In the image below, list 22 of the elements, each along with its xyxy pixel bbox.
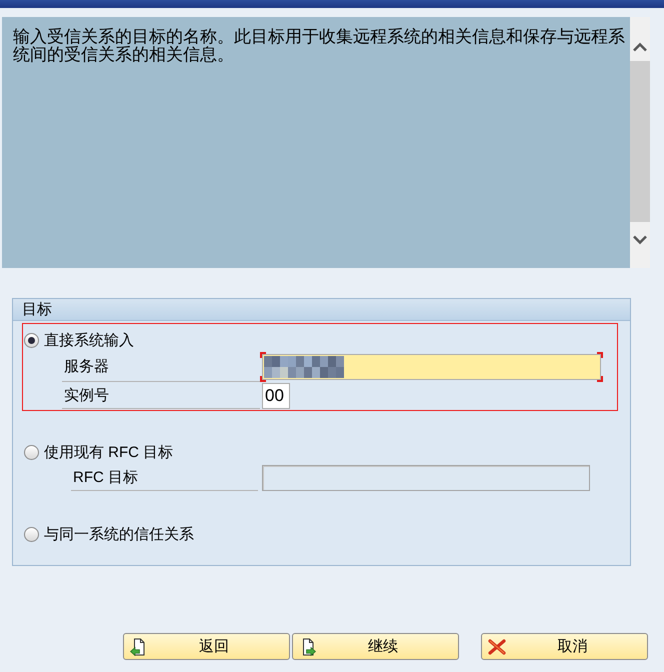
input-field[interactable] (260, 352, 603, 382)
dialog-button[interactable]: 继续 (292, 633, 459, 660)
radio-button[interactable] (24, 332, 39, 348)
page-left-arrow-icon (130, 638, 147, 656)
group-title: 目标 (22, 302, 52, 317)
chevron-up-icon[interactable] (632, 42, 648, 52)
dialog-button[interactable]: 返回 (123, 633, 290, 660)
radio-label[interactable]: 与同一系统的信任关系 (44, 526, 194, 542)
input-field[interactable]: 00 (262, 382, 290, 408)
radio-label[interactable]: 使用现有 RFC 目标 (44, 444, 174, 460)
radio-button[interactable] (24, 444, 39, 460)
help-text: 输入受信关系的目标的名称。此目标用于收集远程系统的相关信息和保存与远程系统间的受信关系的相关信息。 (13, 28, 626, 64)
cross-mark-icon (488, 638, 506, 654)
dialog-button[interactable]: 取消 (481, 633, 648, 660)
radio-button[interactable] (24, 526, 39, 542)
field-label: RFC 目标 (71, 464, 258, 491)
field-label: 服务器 (62, 352, 260, 382)
scrollbar-track[interactable] (630, 17, 650, 268)
scrollbar-thumb[interactable] (630, 61, 650, 222)
field-label: 实例号 (62, 382, 260, 409)
radio-label[interactable]: 直接系统输入 (44, 332, 134, 348)
chevron-down-icon[interactable] (632, 235, 648, 245)
